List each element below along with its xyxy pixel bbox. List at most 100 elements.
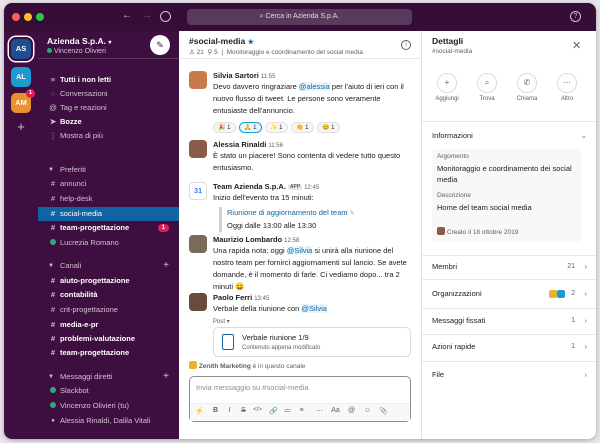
shortcuts-icon[interactable]: ⚡ — [194, 407, 205, 415]
sidebar-item-channel[interactable]: # problemi-valutazione — [38, 333, 179, 345]
avatar[interactable] — [189, 140, 207, 158]
find-icon: ⌕ — [477, 73, 497, 93]
link-icon[interactable]: 🔗 — [268, 407, 279, 415]
reaction[interactable]: ✨ 1 — [265, 122, 288, 133]
sidebar-item-unreads[interactable]: ≡ Tutti i non letti — [38, 74, 179, 86]
bullet-list-icon[interactable]: ≡ — [296, 407, 307, 414]
divider — [422, 121, 596, 122]
zenith-app-icon — [189, 361, 197, 369]
sidebar-item-dm[interactable]: ● Alessia Rinaldi, Dalila Vitali — [38, 415, 179, 427]
sidebar-item-dm[interactable]: Slackbot — [38, 385, 179, 397]
mention-icon[interactable]: @ — [346, 407, 357, 414]
chevron-right-icon: › — [584, 316, 588, 325]
compose-button[interactable]: ✎ — [150, 35, 170, 55]
history-icon[interactable] — [160, 11, 171, 22]
workspace-initials: AL — [16, 72, 26, 81]
avatar[interactable] — [189, 235, 207, 253]
emoji-icon[interactable]: ☺ — [362, 407, 373, 414]
italic-icon[interactable]: I — [224, 407, 235, 414]
code-icon[interactable]: </> — [252, 407, 263, 413]
forward-arrow-icon[interactable]: → — [142, 10, 152, 22]
action-more[interactable]: ⋯ Altro — [547, 73, 587, 102]
sidebar-header[interactable]: Azienda S.p.A. ▾ Vincenzo Olivieri ✎ — [38, 31, 179, 59]
composer-toolbar: ⚡ B I S </> 🔗 ≔ ≡ ⋯ Aa @ ☺ 📎 — [190, 403, 410, 421]
message-text: È stato un piacere! Sono contenta di ved… — [213, 151, 401, 172]
sidebar-item-more[interactable]: ⋮ Mostra di più — [38, 130, 179, 142]
info-section-header[interactable]: Informazioni ⌄ — [432, 129, 587, 143]
message-author[interactable]: Alessia Rinaldi 11:56 — [213, 140, 283, 149]
avatar[interactable] — [189, 71, 207, 89]
ordered-list-icon[interactable]: ≔ — [282, 407, 293, 415]
caret-down-icon: ▼ — [48, 263, 54, 269]
more-formatting-icon[interactable]: ⋯ — [314, 407, 325, 415]
bold-icon[interactable]: B — [210, 407, 221, 414]
message-author[interactable]: Team Azienda S.p.A. APP 12:45 — [213, 182, 319, 191]
org-icon — [557, 290, 565, 298]
sidebar-item-drafts[interactable]: ➤ Bozze — [38, 116, 179, 128]
calendar-app-avatar[interactable]: 31 — [189, 182, 207, 200]
sidebar-item-channel[interactable]: # crit-progettazione — [38, 304, 179, 316]
sidebar-item-channel[interactable]: # team-progettazione — [38, 347, 179, 359]
add-dm-icon[interactable]: + — [163, 371, 169, 383]
workspace-button-as[interactable]: AS — [11, 39, 31, 59]
workspace-button-al[interactable]: AL — [11, 67, 31, 87]
reaction[interactable]: 👏 1 — [291, 122, 314, 133]
reaction[interactable]: 🙏 1 — [239, 122, 262, 133]
sidebar-item-annunci[interactable]: # annunci — [38, 178, 179, 190]
sidebar-item-lucrezia-romano[interactable]: Lucrezia Romano — [38, 237, 179, 249]
channel-header: #social-media ★ ♙ 21 ⚲ 5 | Monitoraggio … — [179, 31, 421, 59]
avatar[interactable] — [189, 293, 207, 311]
add-workspace-button[interactable]: + — [11, 119, 31, 134]
close-icon[interactable]: ✕ — [572, 39, 581, 52]
sidebar-item-help-desk[interactable]: # help-desk — [38, 193, 179, 205]
sidebar-item-channel[interactable]: # media-e-pr — [38, 319, 179, 331]
workspace-name: Azienda S.p.A. ▾ — [47, 36, 112, 46]
sidebar-item-team-progettazione[interactable]: # team-progettazione 1 — [38, 222, 179, 234]
sidebar-item-social-media[interactable]: # social-media — [38, 207, 179, 221]
file-attachment[interactable]: Verbale riunione 1/9 Contenuto appena mo… — [213, 327, 411, 357]
sidebar-item-channel[interactable]: # contabilità — [38, 289, 179, 301]
section-favorites[interactable]: ▼ Preferiti — [38, 164, 179, 176]
divider — [422, 308, 596, 309]
message-author[interactable]: Maurizio Lombardo 12:58 — [213, 235, 299, 244]
add-channel-icon[interactable]: + — [163, 260, 169, 272]
sidebar-item-threads[interactable]: ◌ Conversazioni — [38, 88, 179, 100]
reaction[interactable]: 🎉 1 — [213, 122, 236, 133]
action-call[interactable]: ✆ Chiama — [507, 73, 547, 102]
message-composer[interactable]: Invia messaggio su #social-media ⚡ B I S… — [189, 376, 411, 422]
section-channels[interactable]: ▼ Canali + — [38, 260, 179, 272]
sidebar-item-channel[interactable]: # aiuto-progettazione — [38, 275, 179, 287]
action-label: Trova — [479, 96, 495, 102]
attach-icon[interactable]: 📎 — [378, 407, 389, 415]
action-find[interactable]: ⌕ Trova — [467, 73, 507, 102]
reaction[interactable]: 😊 1 — [317, 122, 340, 133]
maximize-window-button[interactable] — [36, 13, 44, 21]
text-format-icon[interactable]: Aa — [330, 407, 341, 414]
event-link[interactable]: Riunione di aggiornamento del team — [227, 208, 348, 217]
members-icon: ♙ — [189, 49, 195, 56]
section-direct-messages[interactable]: ▼ Messaggi diretti + — [38, 371, 179, 383]
close-window-button[interactable] — [12, 13, 20, 21]
message-author[interactable]: Paolo Ferri 13:45 — [213, 293, 269, 302]
message-time: 11:56 — [268, 143, 283, 149]
members-row[interactable]: Membri 21 › — [432, 260, 587, 274]
shortcuts-row[interactable]: Azioni rapide 1 › — [432, 340, 587, 354]
sidebar-item-mentions[interactable]: @ Tag e reazioni — [38, 102, 179, 114]
help-icon[interactable]: ? — [570, 11, 581, 22]
pinned-messages-row[interactable]: Messaggi fissati 1 › — [432, 314, 587, 328]
search-input[interactable]: ⌕ Cerca in Azienda S.p.A. — [187, 9, 412, 25]
sidebar-item-dm[interactable]: Vincenzo Olivieri (tu) — [38, 400, 179, 412]
channel-meta: ♙ 21 ⚲ 5 | Monitoraggio e coordinamento … — [189, 49, 363, 56]
typing-app-name: Zenith Marketing — [198, 363, 251, 370]
message-author[interactable]: Silvia Sartori 11:55 — [213, 71, 275, 80]
back-arrow-icon[interactable]: ← — [122, 10, 132, 22]
organizations-row[interactable]: Organizzazioni 2 › — [432, 287, 587, 301]
channel-name[interactable]: #social-media ★ — [189, 36, 254, 46]
strikethrough-icon[interactable]: S — [238, 407, 249, 414]
info-icon[interactable]: i — [401, 40, 411, 50]
action-add[interactable]: + Aggiungi — [427, 73, 467, 102]
files-row[interactable]: File › — [432, 368, 587, 382]
workspace-button-am[interactable]: AM 1 — [11, 89, 35, 113]
post-label[interactable]: Post ▾ — [213, 318, 230, 325]
minimize-window-button[interactable] — [24, 13, 32, 21]
